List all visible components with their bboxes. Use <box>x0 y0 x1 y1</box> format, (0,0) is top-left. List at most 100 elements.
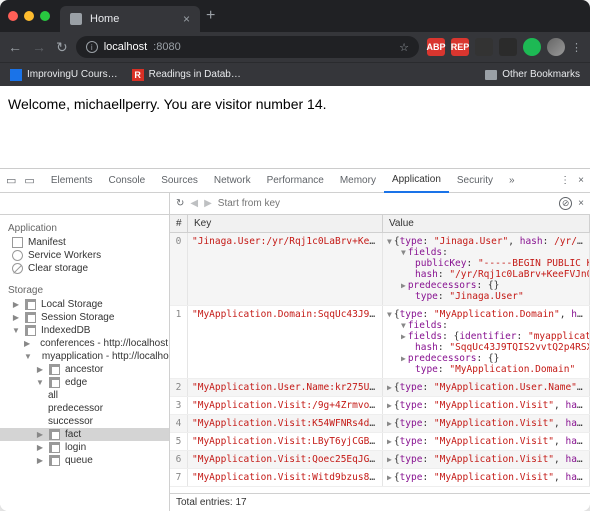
delete-selected-icon[interactable]: × <box>578 198 584 209</box>
sidebar-item-store-edge[interactable]: ▼edge <box>0 376 169 389</box>
browser-tab[interactable]: Home × <box>60 6 200 32</box>
tab-performance[interactable]: Performance <box>259 169 332 193</box>
tab-application[interactable]: Application <box>384 169 449 193</box>
col-key[interactable]: Key <box>188 215 383 232</box>
extension-5[interactable] <box>523 38 541 56</box>
row-key: "MyApplication.Visit:Witd9bzus8vaaaPuBV… <box>188 469 383 486</box>
bookmark-label: ImprovingU Cours… <box>27 69 118 80</box>
table-row[interactable]: 2"MyApplication.User.Name:kr275ULoP8CeNX… <box>170 379 590 397</box>
bookmark-item[interactable]: R Readings in Datab… <box>132 69 241 81</box>
inspect-element-icon[interactable]: ▭ <box>6 174 16 187</box>
table-row[interactable]: 4"MyApplication.Visit:K54WFNRs4dJuQwO9Fi… <box>170 415 590 433</box>
clear-store-icon[interactable]: ⊘ <box>559 197 572 210</box>
row-index: 3 <box>170 397 188 414</box>
close-tab-icon[interactable]: × <box>183 12 190 26</box>
devtools-menu-icon[interactable]: ⋮ <box>560 175 570 186</box>
minimize-window-button[interactable] <box>24 11 34 21</box>
extension-4[interactable] <box>499 38 517 56</box>
sidebar-item-indexeddb[interactable]: ▼IndexedDB <box>0 324 169 337</box>
sidebar-item-store-queue[interactable]: ▶queue <box>0 454 169 467</box>
row-key: "Jinaga.User:/yr/Rqj1c0LaBrv+KeeFVJn0/L… <box>188 233 383 305</box>
sidebar-item-store-fact[interactable]: ▶fact <box>0 428 169 441</box>
row-key: "MyApplication.Visit:/9g+4Zrmvo9acSZ/x2… <box>188 397 383 414</box>
sidebar-item-store-ancestor[interactable]: ▶ancestor <box>0 363 169 376</box>
sidebar-item-store-login[interactable]: ▶login <box>0 441 169 454</box>
sidebar-item-index-successor[interactable]: successor <box>0 415 169 428</box>
sidebar-item-local-storage[interactable]: ▶Local Storage <box>0 298 169 311</box>
other-bookmarks[interactable]: Other Bookmarks <box>485 69 580 80</box>
sidebar-header-storage: Storage <box>0 281 169 298</box>
extension-abp[interactable]: ABP <box>427 38 445 56</box>
application-sidebar: Application Manifest Service Workers Cle… <box>0 215 170 511</box>
next-page-icon[interactable]: ▶ <box>204 198 212 209</box>
row-index: 6 <box>170 451 188 468</box>
row-value: ▶{type: "MyApplication.User.Name", hash:… <box>383 379 590 396</box>
sidebar-item-index-predecessor[interactable]: predecessor <box>0 402 169 415</box>
tab-console[interactable]: Console <box>101 169 154 193</box>
key-filter-input[interactable] <box>218 198 350 209</box>
bookmark-favicon-icon <box>10 69 22 81</box>
table-icon <box>49 429 60 440</box>
col-index[interactable]: # <box>170 215 188 232</box>
new-tab-button[interactable]: + <box>206 7 215 25</box>
welcome-text: Welcome, michaellperry. You are visitor … <box>8 96 327 112</box>
row-index: 5 <box>170 433 188 450</box>
browser-menu-icon[interactable]: ⋮ <box>571 41 582 54</box>
extension-rep[interactable]: REP <box>451 38 469 56</box>
window-controls <box>8 11 50 21</box>
back-button[interactable]: ← <box>8 39 22 55</box>
col-value[interactable]: Value <box>383 215 590 232</box>
devtools-tabbar: ▭ ▭ Elements Console Sources Network Per… <box>0 169 590 193</box>
row-key: "MyApplication.Visit:K54WFNRs4dJuQwO9Fi… <box>188 415 383 432</box>
tab-network[interactable]: Network <box>206 169 259 193</box>
table-footer: Total entries: 17 <box>170 493 590 511</box>
sidebar-item-db-myapplication[interactable]: ▼myapplication - http://localhost <box>0 350 169 363</box>
table-row[interactable]: 3"MyApplication.Visit:/9g+4Zrmvo9acSZ/x2… <box>170 397 590 415</box>
forward-button[interactable]: → <box>32 39 46 55</box>
tab-more[interactable]: » <box>501 169 523 193</box>
prev-page-icon[interactable]: ◀ <box>190 198 198 209</box>
page-content: Welcome, michaellperry. You are visitor … <box>0 86 590 168</box>
sidebar-header-application: Application <box>0 219 169 236</box>
sidebar-item-service-workers[interactable]: Service Workers <box>0 249 169 262</box>
profile-avatar[interactable] <box>547 38 565 56</box>
address-bar[interactable]: i localhost:8080 ☆ <box>76 36 419 58</box>
bookmarks-bar: ImprovingU Cours… R Readings in Datab… O… <box>0 62 590 86</box>
table-icon <box>49 455 60 466</box>
document-icon <box>12 237 23 248</box>
row-value: ▼{type: "MyApplication.Domain", hash: "S… <box>383 306 590 378</box>
sidebar-item-manifest[interactable]: Manifest <box>0 236 169 249</box>
table-row[interactable]: 6"MyApplication.Visit:Qoec25EqJGyJEJsTj/… <box>170 451 590 469</box>
tab-memory[interactable]: Memory <box>332 169 384 193</box>
device-toggle-icon[interactable]: ▭ <box>24 174 34 187</box>
reload-button[interactable]: ↻ <box>56 39 68 56</box>
extension-3[interactable] <box>475 38 493 56</box>
sidebar-item-session-storage[interactable]: ▶Session Storage <box>0 311 169 324</box>
bookmark-item[interactable]: ImprovingU Cours… <box>10 69 118 81</box>
close-window-button[interactable] <box>8 11 18 21</box>
devtools-subtoolbar: ↻ ◀ ▶ ⊘ × <box>0 193 590 215</box>
refresh-db-icon[interactable]: ↻ <box>176 198 184 209</box>
bookmark-star-icon[interactable]: ☆ <box>399 41 409 54</box>
tab-security[interactable]: Security <box>449 169 501 193</box>
maximize-window-button[interactable] <box>40 11 50 21</box>
table-row[interactable]: 1"MyApplication.Domain:SqqUc43J9TQIS2vvt… <box>170 306 590 379</box>
tab-elements[interactable]: Elements <box>43 169 101 193</box>
favicon-icon <box>70 13 82 25</box>
table-icon <box>49 377 60 388</box>
table-body[interactable]: 0"Jinaga.User:/yr/Rqj1c0LaBrv+KeeFVJn0/L… <box>170 233 590 493</box>
sidebar-item-index-all[interactable]: all <box>0 389 169 402</box>
devtools: ▭ ▭ Elements Console Sources Network Per… <box>0 168 590 511</box>
table-row[interactable]: 5"MyApplication.Visit:LByT6yjCGBmloX9IAP… <box>170 433 590 451</box>
row-index: 0 <box>170 233 188 305</box>
table-row[interactable]: 7"MyApplication.Visit:Witd9bzus8vaaaPuBV… <box>170 469 590 487</box>
table-icon <box>49 442 60 453</box>
site-info-icon[interactable]: i <box>86 41 98 53</box>
sidebar-item-clear-storage[interactable]: Clear storage <box>0 262 169 275</box>
tab-sources[interactable]: Sources <box>153 169 206 193</box>
table-row[interactable]: 0"Jinaga.User:/yr/Rqj1c0LaBrv+KeeFVJn0/L… <box>170 233 590 306</box>
tab-title: Home <box>90 13 175 25</box>
devtools-close-icon[interactable]: × <box>578 175 584 186</box>
sidebar-item-db-conferences[interactable]: ▶conferences - http://localhost <box>0 337 169 350</box>
extensions: ABP REP ⋮ <box>427 38 582 56</box>
